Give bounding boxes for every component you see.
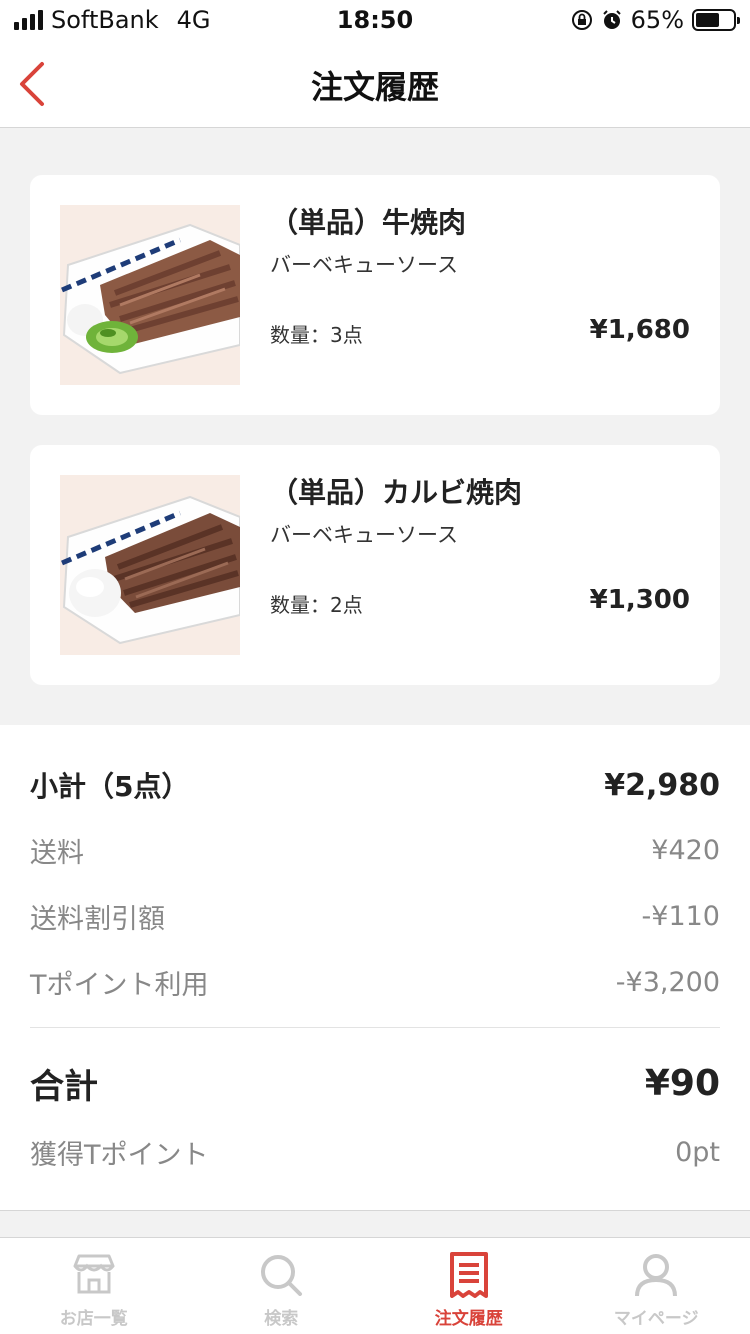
- subtotal-value: ¥2,980: [604, 767, 720, 803]
- subtotal-label: 小計（5点）: [30, 770, 190, 803]
- shipping-row: 送料 ¥420: [30, 831, 720, 870]
- quantity-label: 数量：: [270, 323, 330, 347]
- rotation-lock-icon: [571, 10, 592, 30]
- item-option: バーベキューソース: [270, 523, 458, 547]
- item-option: バーベキューソース: [270, 253, 458, 277]
- subtotal-row: 小計（5点） ¥2,980: [30, 765, 720, 805]
- order-item-card: （単品）カルビ焼肉 バーベキューソース 数量：2点 ¥1,300: [30, 445, 720, 685]
- total-label: 合計: [30, 1067, 98, 1107]
- earned-points-row: 獲得Tポイント 0pt: [30, 1133, 720, 1172]
- receipt-icon: [449, 1252, 488, 1298]
- status-right: 65%: [571, 6, 740, 34]
- item-quantity: 数量：2点: [270, 589, 363, 618]
- alarm-icon: [602, 10, 621, 29]
- tab-label: 検索: [264, 1309, 299, 1329]
- order-summary: 小計（5点） ¥2,980 送料 ¥420 送料割引額 -¥110 Tポイント利…: [0, 725, 750, 1211]
- item-price: ¥1,300: [589, 585, 690, 615]
- shipping-discount-label: 送料割引額: [30, 904, 165, 935]
- tab-label: マイページ: [613, 1309, 699, 1329]
- page-title: 注文履歴: [310, 68, 439, 106]
- person-icon: [635, 1254, 678, 1297]
- tab-label: お店一覧: [59, 1309, 128, 1329]
- total-value: ¥90: [644, 1063, 720, 1104]
- search-icon: [261, 1255, 303, 1296]
- tpoint-use-label: Tポイント利用: [30, 970, 209, 1001]
- tab-store-list[interactable]: お店一覧: [0, 1238, 188, 1334]
- tab-my-page[interactable]: マイページ: [563, 1238, 750, 1334]
- tpoint-use-value: -¥3,200: [615, 967, 720, 998]
- tab-label: 注文履歴: [434, 1309, 503, 1329]
- battery-percent: 65%: [630, 6, 684, 34]
- tab-search[interactable]: 検索: [188, 1238, 376, 1334]
- shipping-discount-value: -¥110: [641, 901, 720, 932]
- item-quantity: 数量：3点: [270, 319, 363, 348]
- product-image: [60, 475, 240, 655]
- content-bottom-spacer: [0, 1211, 750, 1237]
- product-image: [60, 205, 240, 385]
- tpoint-use-row: Tポイント利用 -¥3,200: [30, 963, 720, 1002]
- order-item-card: （単品）牛焼肉 バーベキューソース 数量：3点 ¥1,680: [30, 175, 720, 415]
- item-price: ¥1,680: [589, 315, 690, 345]
- tab-order-history[interactable]: 注文履歴: [375, 1238, 563, 1334]
- nav-bar: 注文履歴: [0, 40, 750, 128]
- summary-divider: [30, 1027, 720, 1028]
- shipping-value: ¥420: [651, 835, 720, 866]
- status-bar: SoftBank 4G 18:50 65%: [0, 0, 750, 40]
- battery-icon: [692, 9, 740, 31]
- shipping-discount-row: 送料割引額 -¥110: [30, 897, 720, 936]
- tab-bar: お店一覧 検索 注文履歴 マイページ: [0, 1237, 750, 1334]
- item-name: （単品）カルビ焼肉: [270, 476, 523, 509]
- shipping-label: 送料: [30, 838, 84, 869]
- quantity-value: 2点: [330, 593, 363, 617]
- total-row: 合計 ¥90: [30, 1059, 720, 1108]
- item-name: （単品）牛焼肉: [270, 206, 467, 239]
- earned-points-value: 0pt: [675, 1137, 720, 1168]
- earned-points-label: 獲得Tポイント: [30, 1140, 209, 1171]
- quantity-value: 3点: [330, 323, 363, 347]
- store-icon: [73, 1254, 115, 1294]
- quantity-label: 数量：: [270, 593, 330, 617]
